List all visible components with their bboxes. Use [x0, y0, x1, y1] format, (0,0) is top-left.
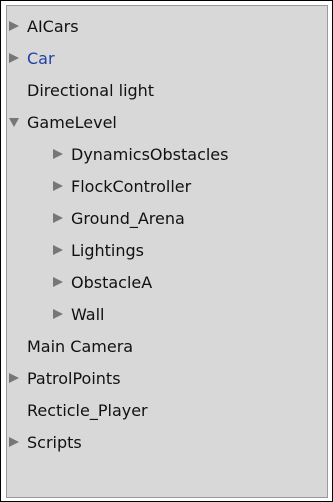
expand-arrow-right-icon[interactable]	[51, 307, 65, 321]
tree-item-label: Scripts	[27, 432, 82, 452]
tree-item-label: PatrolPoints	[27, 368, 121, 388]
tree-item-obstaclea[interactable]: ObstacleA	[7, 266, 327, 298]
expand-arrow-down-icon[interactable]	[7, 115, 21, 129]
tree-item-gamelevel[interactable]: GameLevel	[7, 106, 327, 138]
hierarchy-panel: AICars Car Directional light GameLevel D…	[6, 5, 328, 498]
tree-item-label: DynamicsObstacles	[71, 144, 229, 164]
tree-item-label: FlockController	[71, 176, 192, 196]
tree-item-flockcontroller[interactable]: FlockController	[7, 170, 327, 202]
tree-item-wall[interactable]: Wall	[7, 298, 327, 330]
tree-item-label: Wall	[71, 304, 105, 324]
tree-item-label: AICars	[27, 16, 79, 36]
tree-item-patrolpoints[interactable]: PatrolPoints	[7, 362, 327, 394]
tree-item-dynamicsobstacles[interactable]: DynamicsObstacles	[7, 138, 327, 170]
tree-item-label: Car	[27, 48, 55, 68]
tree-item-aicars[interactable]: AICars	[7, 10, 327, 42]
tree-item-label: ObstacleA	[71, 272, 153, 292]
tree-item-ground-arena[interactable]: Ground_Arena	[7, 202, 327, 234]
expand-arrow-right-icon[interactable]	[51, 147, 65, 161]
expand-arrow-right-icon[interactable]	[51, 179, 65, 193]
tree-item-lightings[interactable]: Lightings	[7, 234, 327, 266]
tree-item-label: Directional light	[27, 80, 155, 100]
hierarchy-tree: AICars Car Directional light GameLevel D…	[7, 10, 327, 458]
tree-item-label: Ground_Arena	[71, 208, 185, 228]
tree-item-label: Lightings	[71, 240, 145, 260]
expand-arrow-right-icon[interactable]	[7, 371, 21, 385]
expand-arrow-right-icon[interactable]	[7, 435, 21, 449]
tree-item-recticle-player[interactable]: Recticle_Player	[7, 394, 327, 426]
tree-item-label: GameLevel	[27, 112, 117, 132]
window-frame: AICars Car Directional light GameLevel D…	[0, 0, 333, 502]
tree-item-scripts[interactable]: Scripts	[7, 426, 327, 458]
tree-item-label: Main Camera	[27, 336, 134, 356]
expand-arrow-right-icon[interactable]	[51, 275, 65, 289]
expand-arrow-right-icon[interactable]	[7, 51, 21, 65]
tree-item-label: Recticle_Player	[27, 400, 148, 420]
tree-item-directional-light[interactable]: Directional light	[7, 74, 327, 106]
expand-arrow-right-icon[interactable]	[51, 211, 65, 225]
tree-item-main-camera[interactable]: Main Camera	[7, 330, 327, 362]
tree-item-car[interactable]: Car	[7, 42, 327, 74]
expand-arrow-right-icon[interactable]	[7, 19, 21, 33]
expand-arrow-right-icon[interactable]	[51, 243, 65, 257]
